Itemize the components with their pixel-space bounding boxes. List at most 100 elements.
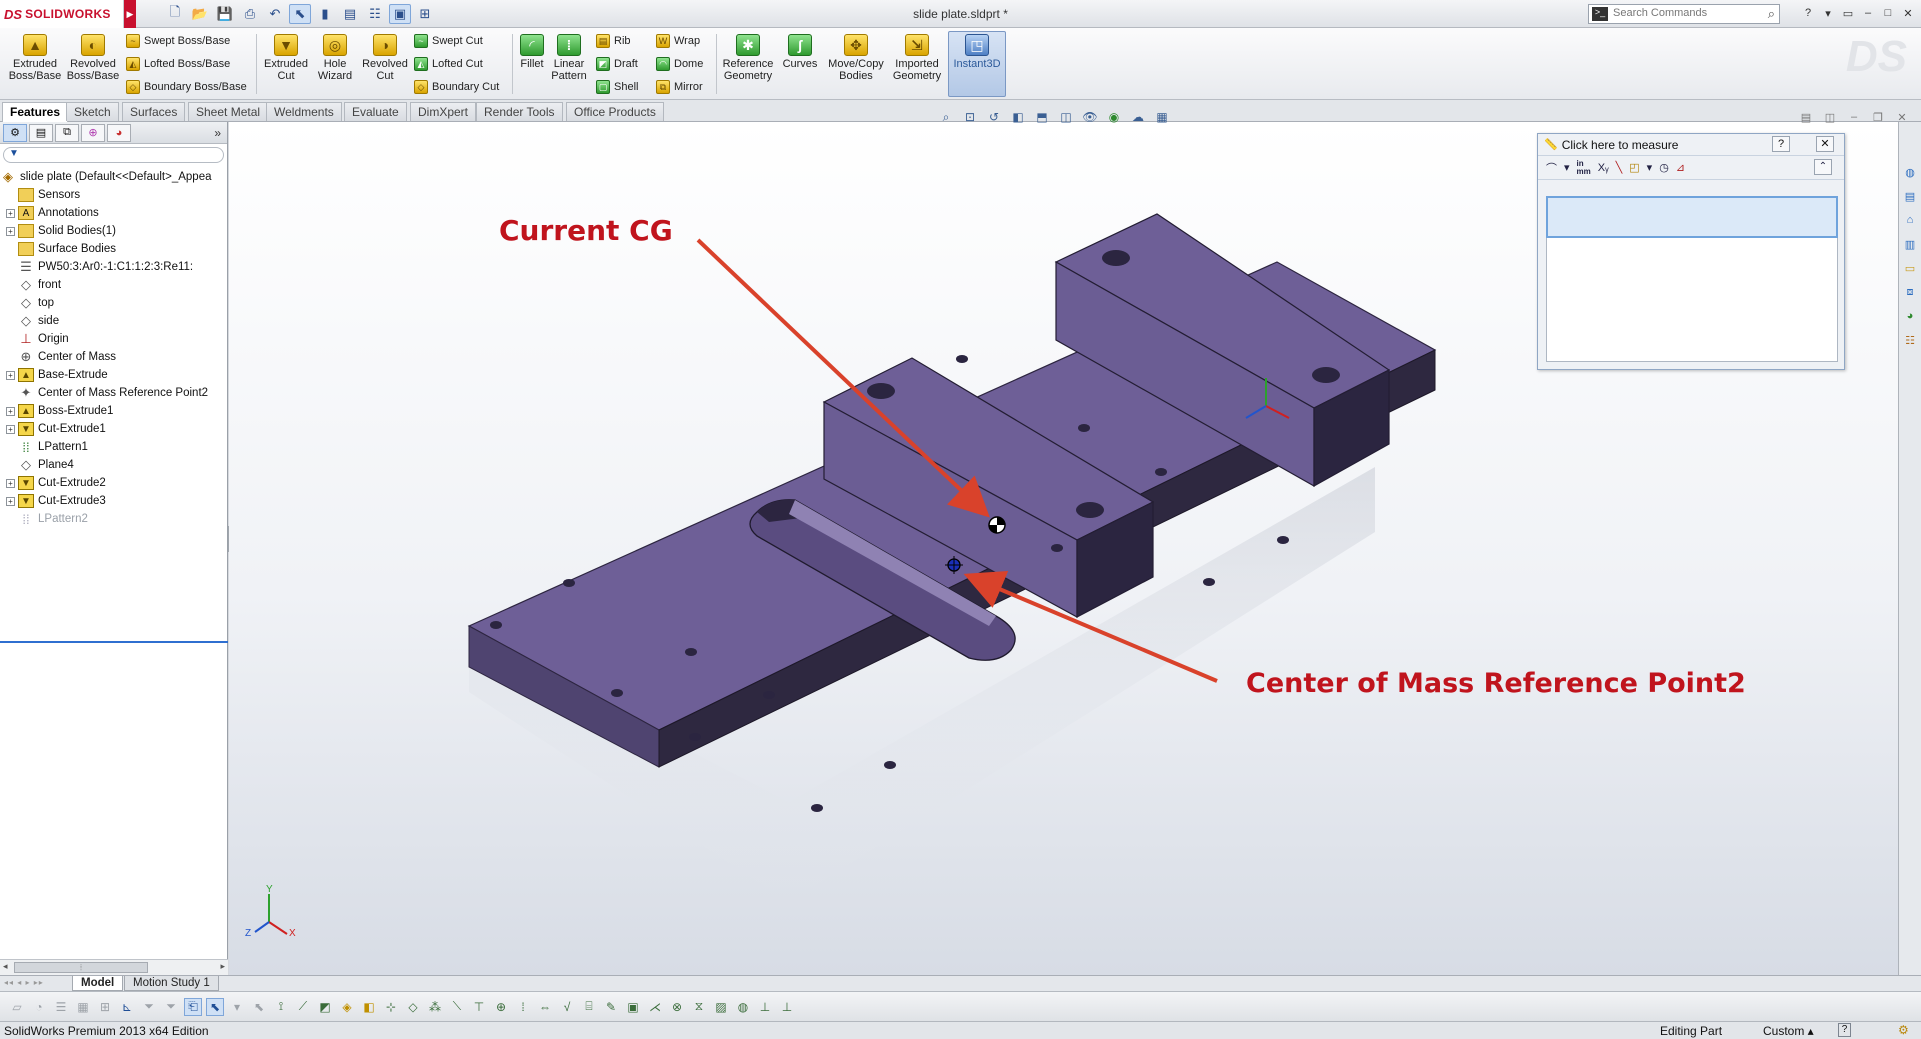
tree-item-front-plane[interactable]: ◇ front [0,276,227,294]
filter-planes-icon[interactable]: ◇ [404,998,422,1016]
filter-centerline-icon[interactable]: ⁞ [514,998,532,1016]
horizontal-scrollbar[interactable]: ◂ ⦙ ▸ [0,959,228,975]
feature-manager-tab-icon[interactable]: ⚙ [3,123,27,142]
custom-properties-icon[interactable]: ☷ [1901,330,1919,350]
reference-geometry-button[interactable]: ✱ Reference Geometry [720,34,776,82]
boundary-boss-button[interactable]: ◇ Boundary Boss/Base [126,80,247,94]
tree-item-cut-extrude3[interactable]: + ▼ Cut-Extrude3 [0,492,227,510]
tab-surfaces[interactable]: Surfaces [122,102,186,121]
rollback-bar[interactable] [0,641,228,643]
filter-dowel-pin-icon[interactable]: ◍ [734,998,752,1016]
projected-on-icon[interactable]: ◰ [1629,161,1639,174]
status-help-icon[interactable]: ? [1838,1023,1851,1037]
filter-vertices-icon[interactable]: ▱ [8,998,26,1016]
minimize-icon[interactable]: – [1859,4,1877,22]
pointer-dropdown-icon[interactable]: ▾ [228,998,246,1016]
filter-solid-body-icon[interactable]: ◧ [360,998,378,1016]
filter-surface-finish-icon[interactable]: √ [558,998,576,1016]
tab-evaluate[interactable]: Evaluate [344,102,407,121]
tree-item-origin[interactable]: ⊥ Origin [0,330,227,348]
filter-edges-icon[interactable]: ◔ [30,998,48,1016]
expand-icon[interactable]: + [6,424,15,434]
filter-blocks-icon[interactable]: ▨ [712,998,730,1016]
design-library-icon[interactable]: ▤ [1901,186,1919,206]
scroll-left-icon[interactable]: ◂ [3,961,8,972]
measure-help-icon[interactable]: ? [1772,136,1790,152]
tree-item-base-extrude[interactable]: + ▲ Base-Extrude [0,366,227,384]
move-copy-bodies-button[interactable]: ✥ Move/Copy Bodies [826,34,886,82]
dimxpert-manager-tab-icon[interactable]: ⊕ [81,123,105,142]
tree-root[interactable]: ◈ slide plate (Default<<Default>_Appea [0,168,227,186]
solidworks-resources-icon[interactable]: ◍ [1901,162,1919,182]
units-precision-button[interactable]: in mm [1577,159,1591,176]
filter-edge-icon[interactable]: ⟋ [294,998,312,1016]
tree-item-surface-bodies[interactable]: Surface Bodies [0,240,227,258]
rib-button[interactable]: ▤ Rib [596,34,631,48]
tree-item-com-reference-point[interactable]: ✦ Center of Mass Reference Point2 [0,384,227,402]
tree-item-center-of-mass[interactable]: ⊕ Center of Mass [0,348,227,366]
tab-dimxpert[interactable]: DimXpert [410,102,477,121]
xyz-measure-icon[interactable]: Xᵧ [1598,162,1609,174]
filter-routing-points-icon[interactable]: ⊥ [778,998,796,1016]
hide-show-items-icon[interactable]: 👁 [1080,108,1100,126]
filter-grid-icon[interactable]: ▦ [74,998,92,1016]
filter-faces-icon[interactable]: ☰ [52,998,70,1016]
tree-item-annotations[interactable]: + A Annotations [0,204,227,222]
filter-sketch-points-icon[interactable]: ⁂ [426,998,444,1016]
select-pointer-icon[interactable]: ⬉ [206,997,224,1016]
scroll-right-icon[interactable]: ▸ [220,961,225,972]
expand-icon[interactable]: + [6,478,15,488]
filter-datum-feature-icon[interactable]: ▣ [624,998,642,1016]
filter-selection-icon[interactable]: ⎗ [184,997,202,1016]
extruded-boss-button[interactable]: ▲ Extruded Boss/Base [8,34,62,82]
filter-dimensions-icon[interactable]: ⇔ [536,998,554,1016]
view-palette-icon[interactable]: ⧈ [1901,282,1919,302]
zoom-to-area-icon[interactable]: ⊡ [960,108,980,126]
linear-pattern-button[interactable]: ⁞ Linear Pattern [548,34,590,82]
tree-item-cut-extrude2[interactable]: + ▼ Cut-Extrude2 [0,474,227,492]
tab-sketch[interactable]: Sketch [66,102,119,121]
revolved-boss-button[interactable]: ◐ Revolved Boss/Base [66,34,120,82]
tree-filter-input[interactable]: ▼ [3,147,224,163]
viewport-minimize-icon[interactable]: – [1845,108,1863,126]
rebuild-status-icon[interactable]: ⚙ [1898,1023,1909,1037]
measure-selection-box[interactable] [1546,196,1838,238]
shell-button[interactable]: ▢ Shell [596,80,638,94]
unit-system-selector[interactable]: Custom ▴ [1763,1024,1814,1038]
configuration-manager-tab-icon[interactable]: ⧉ [55,123,79,142]
boundary-cut-button[interactable]: ◇ Boundary Cut [414,80,499,94]
fillet-button[interactable]: ◜ Fillet [518,34,546,70]
swept-cut-button[interactable]: ~ Swept Cut [414,34,483,48]
filter-axis-icon[interactable]: ⊾ [118,998,136,1016]
hole-wizard-button[interactable]: ◎ Hole Wizard [312,34,358,82]
tree-item-plane4[interactable]: ◇ Plane4 [0,456,227,474]
filter-dims-icon[interactable]: ⊞ [96,998,114,1016]
select-other-icon[interactable]: ⬉ [250,998,268,1016]
tree-item-top-plane[interactable]: ◇ top [0,294,227,312]
file-explorer-icon[interactable]: ⌂ [1901,210,1919,230]
maximize-icon[interactable]: □ [1879,4,1897,22]
expand-icon[interactable]: + [6,406,15,416]
dropdown-icon[interactable]: ▾ [1647,161,1653,174]
dropdown-icon[interactable]: ▾ [1564,161,1570,174]
filter-connection-points-icon[interactable]: ⊥ [756,998,774,1016]
filter-weld-symbols-icon[interactable]: ⋌ [646,998,664,1016]
point-to-point-icon[interactable]: ╲ [1616,161,1623,174]
expand-icon[interactable]: + [6,496,15,506]
measure-dialog[interactable]: 📏 Click here to measure ? ✕ ⌒ ▾ in mm Xᵧ… [1537,133,1845,370]
search-commands-input[interactable]: >_ Search Commands ⌕ [1588,4,1780,24]
tree-item-lpattern1[interactable]: ⁞⁞ LPattern1 [0,438,227,456]
measure-close-icon[interactable]: ✕ [1816,136,1834,152]
extruded-cut-button[interactable]: ▼ Extruded Cut [262,34,310,82]
tab-weldments[interactable]: Weldments [266,102,342,121]
filter-midpoints-icon[interactable]: ⊤ [470,998,488,1016]
tab-motion-study[interactable]: Motion Study 1 [124,976,219,991]
wrap-button[interactable]: W Wrap [656,34,700,48]
display-style-icon[interactable]: ◫ [1056,108,1076,126]
panel-expand-chevron-icon[interactable]: » [214,126,221,140]
previous-view-icon[interactable]: ↺ [984,108,1004,126]
filter-toggle-icon[interactable]: ⏷ [140,998,158,1016]
filter-cosmetic-threads-icon[interactable]: ⧖ [690,998,708,1016]
tab-navigation-icons[interactable]: ◂◂ ◂ ▸ ▸▸ [4,978,44,987]
filter-geometric-tolerance-icon[interactable]: ⌸ [580,998,598,1016]
